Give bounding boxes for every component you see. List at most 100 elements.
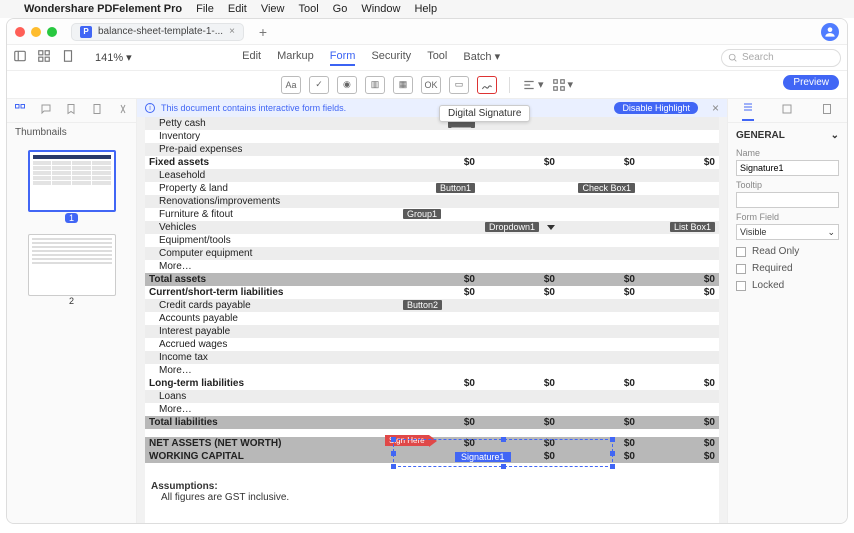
- bookmark-icon[interactable]: [65, 103, 77, 118]
- button-tool[interactable]: OK: [421, 76, 441, 94]
- thumbnails-list: 1 2: [7, 142, 136, 314]
- radio-tool[interactable]: ◉: [337, 76, 357, 94]
- form-listbox1[interactable]: List Box1: [670, 222, 715, 232]
- preview-button[interactable]: Preview: [783, 75, 839, 90]
- page-view-icon[interactable]: [61, 49, 75, 66]
- menu-tab-batch[interactable]: Batch ▾: [463, 50, 500, 66]
- properties-tab-options-icon[interactable]: [821, 103, 833, 118]
- formfield-label: Form Field: [736, 212, 839, 222]
- form-toolbar: Aa ✓ ◉ ▥ ▦ OK ▭ ▾ ▾ Preview: [7, 71, 847, 99]
- app-window: P balance-sheet-template-1-... × + 141% …: [6, 18, 848, 524]
- left-sidebar: Thumbnails 1 2: [7, 99, 137, 523]
- menu-tab-form[interactable]: Form: [330, 50, 356, 66]
- form-button1[interactable]: Button1: [436, 183, 475, 193]
- thumbnail-page-1[interactable]: [28, 150, 116, 212]
- form-tag[interactable]: _____: [448, 121, 475, 128]
- balance-sheet-table: Petty cash_____ Inventory Pre-paid expen…: [145, 117, 719, 463]
- tooltip-label: Tooltip: [736, 180, 839, 190]
- locked-checkbox[interactable]: Locked: [736, 280, 839, 291]
- separator: [509, 77, 510, 93]
- menu-tab-tool[interactable]: Tool: [427, 50, 447, 66]
- window-controls: [15, 27, 57, 37]
- search-input[interactable]: Search: [721, 49, 841, 67]
- menu-window[interactable]: Window: [361, 3, 400, 15]
- page-label-1: 1: [65, 213, 78, 223]
- main-toolbar: 141% ▾ Edit Markup Form Security Tool Ba…: [7, 45, 847, 71]
- assumptions-text: All figures are GST inclusive.: [151, 492, 719, 503]
- required-checkbox[interactable]: Required: [736, 263, 839, 274]
- zoom-control[interactable]: 141% ▾: [95, 51, 132, 64]
- tab-filename: balance-sheet-template-1-...: [98, 26, 223, 37]
- search-icon: [728, 53, 738, 63]
- signature-icon: [481, 79, 493, 91]
- name-input[interactable]: [736, 160, 839, 176]
- menu-tab-edit[interactable]: Edit: [242, 50, 261, 66]
- text-field-tool[interactable]: Aa: [281, 76, 301, 94]
- form-button2[interactable]: Button2: [403, 300, 442, 310]
- thumbnails-title: Thumbnails: [7, 123, 136, 142]
- main-area: Thumbnails 1 2 i This: [7, 99, 847, 523]
- sidebar-iconbar: [7, 99, 136, 123]
- grid-view-icon[interactable]: [37, 49, 51, 66]
- chevron-down-icon: ▾: [126, 51, 132, 64]
- document-tab[interactable]: P balance-sheet-template-1-... ×: [71, 23, 244, 41]
- menu-help[interactable]: Help: [414, 3, 437, 15]
- properties-tab-general-icon[interactable]: [742, 101, 754, 121]
- thumbnail-page-2[interactable]: [28, 234, 116, 296]
- properties-tabs: [728, 99, 847, 123]
- form-dropdown1[interactable]: Dropdown1: [485, 222, 539, 232]
- close-info-icon[interactable]: ×: [712, 101, 719, 115]
- more-tools-dropdown[interactable]: ▾: [552, 78, 574, 92]
- tab-close-icon[interactable]: ×: [229, 26, 235, 37]
- tooltip-digital-signature: Digital Signature: [439, 105, 530, 122]
- assumptions-heading: Assumptions:: [151, 481, 719, 492]
- chevron-down-icon: ⌄: [831, 130, 839, 141]
- document-area: i This document contains interactive for…: [137, 99, 727, 523]
- app-name: Wondershare PDFelement Pro: [24, 3, 182, 15]
- tooltip-input[interactable]: [736, 192, 839, 208]
- properties-tab-appearance-icon[interactable]: [781, 103, 793, 118]
- menu-view[interactable]: View: [261, 3, 285, 15]
- form-checkbox1[interactable]: Check Box1: [578, 183, 635, 193]
- menu-file[interactable]: File: [196, 3, 214, 15]
- user-avatar[interactable]: [821, 23, 839, 41]
- minimize-window-icon[interactable]: [31, 27, 41, 37]
- assumptions-block: Assumptions: All figures are GST inclusi…: [145, 481, 719, 503]
- dropdown-tool[interactable]: ▥: [365, 76, 385, 94]
- document-scroll[interactable]: Petty cash_____ Inventory Pre-paid expen…: [137, 117, 727, 523]
- readonly-checkbox[interactable]: Read Only: [736, 246, 839, 257]
- signature-field-label: Signature1: [455, 452, 511, 462]
- titlebar: P balance-sheet-template-1-... × +: [7, 19, 847, 45]
- pdf-file-icon: P: [80, 26, 92, 38]
- align-dropdown[interactable]: ▾: [522, 78, 544, 92]
- attachment-icon[interactable]: [91, 103, 103, 118]
- search-placeholder: Search: [742, 52, 774, 63]
- menu-edit[interactable]: Edit: [228, 3, 247, 15]
- general-section-header[interactable]: GENERAL ⌄: [736, 127, 839, 144]
- field-icon[interactable]: [117, 103, 129, 118]
- comments-icon[interactable]: [40, 103, 52, 118]
- disable-highlight-button[interactable]: Disable Highlight: [614, 102, 698, 114]
- menu-tab-security[interactable]: Security: [371, 50, 411, 66]
- thumbnails-icon[interactable]: [14, 103, 26, 118]
- image-tool[interactable]: ▭: [449, 76, 469, 94]
- chevron-down-icon: ⌄: [827, 227, 835, 238]
- close-window-icon[interactable]: [15, 27, 25, 37]
- zoom-value: 141%: [95, 52, 123, 64]
- digital-signature-tool[interactable]: [477, 76, 497, 94]
- pdf-page: Petty cash_____ Inventory Pre-paid expen…: [145, 117, 719, 523]
- menu-tool[interactable]: Tool: [298, 3, 318, 15]
- dropdown-arrow-icon: [547, 225, 555, 230]
- sidebar-toggle-icon[interactable]: [13, 49, 27, 66]
- checkbox-tool[interactable]: ✓: [309, 76, 329, 94]
- formfield-select[interactable]: Visible ⌄: [736, 224, 839, 240]
- menu-go[interactable]: Go: [333, 3, 348, 15]
- form-group1[interactable]: Group1: [403, 209, 441, 219]
- info-icon: i: [145, 103, 155, 113]
- name-label: Name: [736, 148, 839, 158]
- maximize-window-icon[interactable]: [47, 27, 57, 37]
- menu-tab-markup[interactable]: Markup: [277, 50, 314, 66]
- new-tab-button[interactable]: +: [254, 23, 272, 41]
- listbox-tool[interactable]: ▦: [393, 76, 413, 94]
- info-message: This document contains interactive form …: [161, 103, 346, 113]
